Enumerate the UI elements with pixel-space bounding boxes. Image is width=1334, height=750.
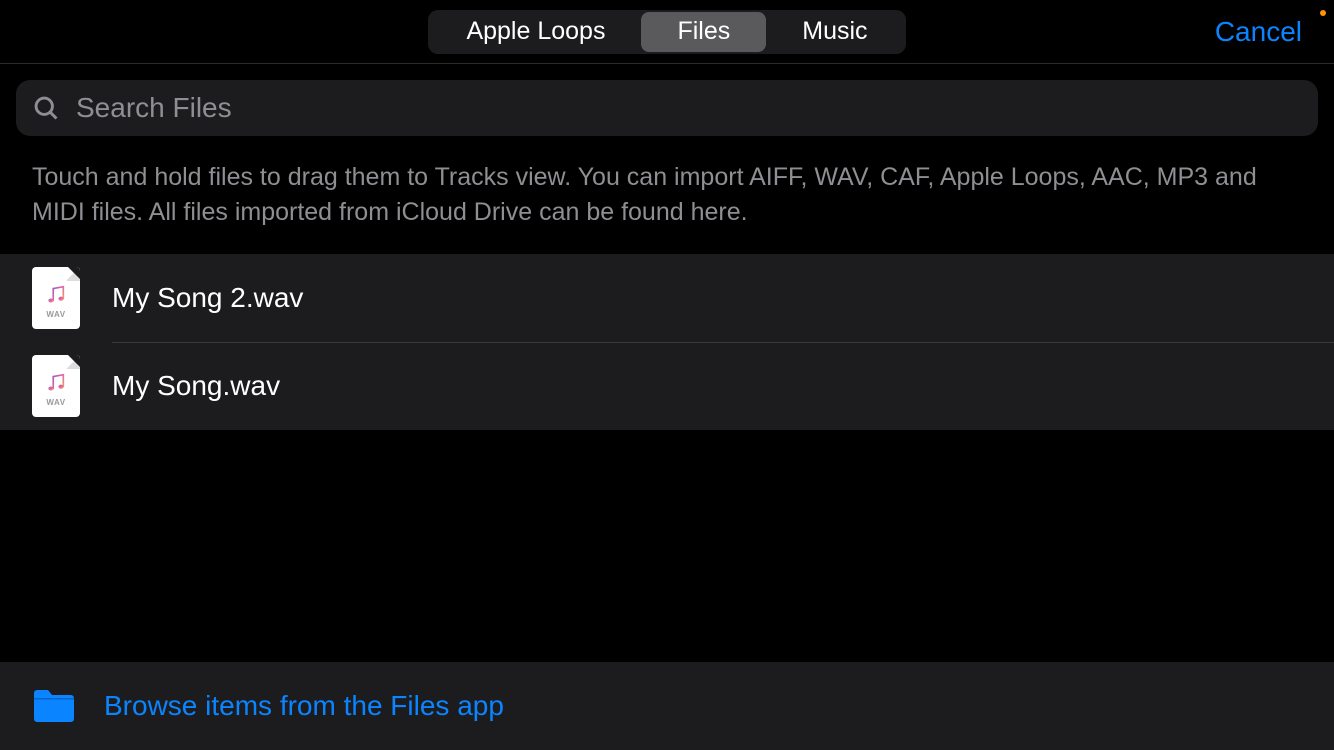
search-icon — [32, 94, 60, 122]
file-row[interactable]: WAV My Song.wav — [0, 342, 1334, 430]
hint-text: Touch and hold files to drag them to Tra… — [0, 152, 1334, 254]
search-bar[interactable] — [16, 80, 1318, 136]
file-name-label: My Song.wav — [112, 370, 280, 402]
file-row[interactable]: WAV My Song 2.wav — [0, 254, 1334, 342]
file-ext-label: WAV — [46, 310, 65, 319]
browse-label: Browse items from the Files app — [104, 690, 504, 722]
tab-selector: Apple Loops Files Music — [428, 10, 905, 54]
search-container — [0, 64, 1334, 152]
wav-file-icon: WAV — [32, 267, 80, 329]
header-bar: Apple Loops Files Music Cancel — [0, 0, 1334, 64]
wav-file-icon: WAV — [32, 355, 80, 417]
tab-music[interactable]: Music — [766, 12, 903, 52]
file-list: WAV My Song 2.wav WAV My Song.wav — [0, 254, 1334, 430]
tab-files[interactable]: Files — [641, 12, 766, 52]
search-input[interactable] — [76, 92, 1302, 124]
file-ext-label: WAV — [46, 398, 65, 407]
browse-files-button[interactable]: Browse items from the Files app — [0, 662, 1334, 750]
cancel-button[interactable]: Cancel — [1215, 16, 1302, 48]
tab-apple-loops[interactable]: Apple Loops — [430, 12, 641, 52]
file-name-label: My Song 2.wav — [112, 282, 303, 314]
status-dot-icon — [1320, 10, 1326, 16]
folder-icon — [32, 688, 76, 724]
